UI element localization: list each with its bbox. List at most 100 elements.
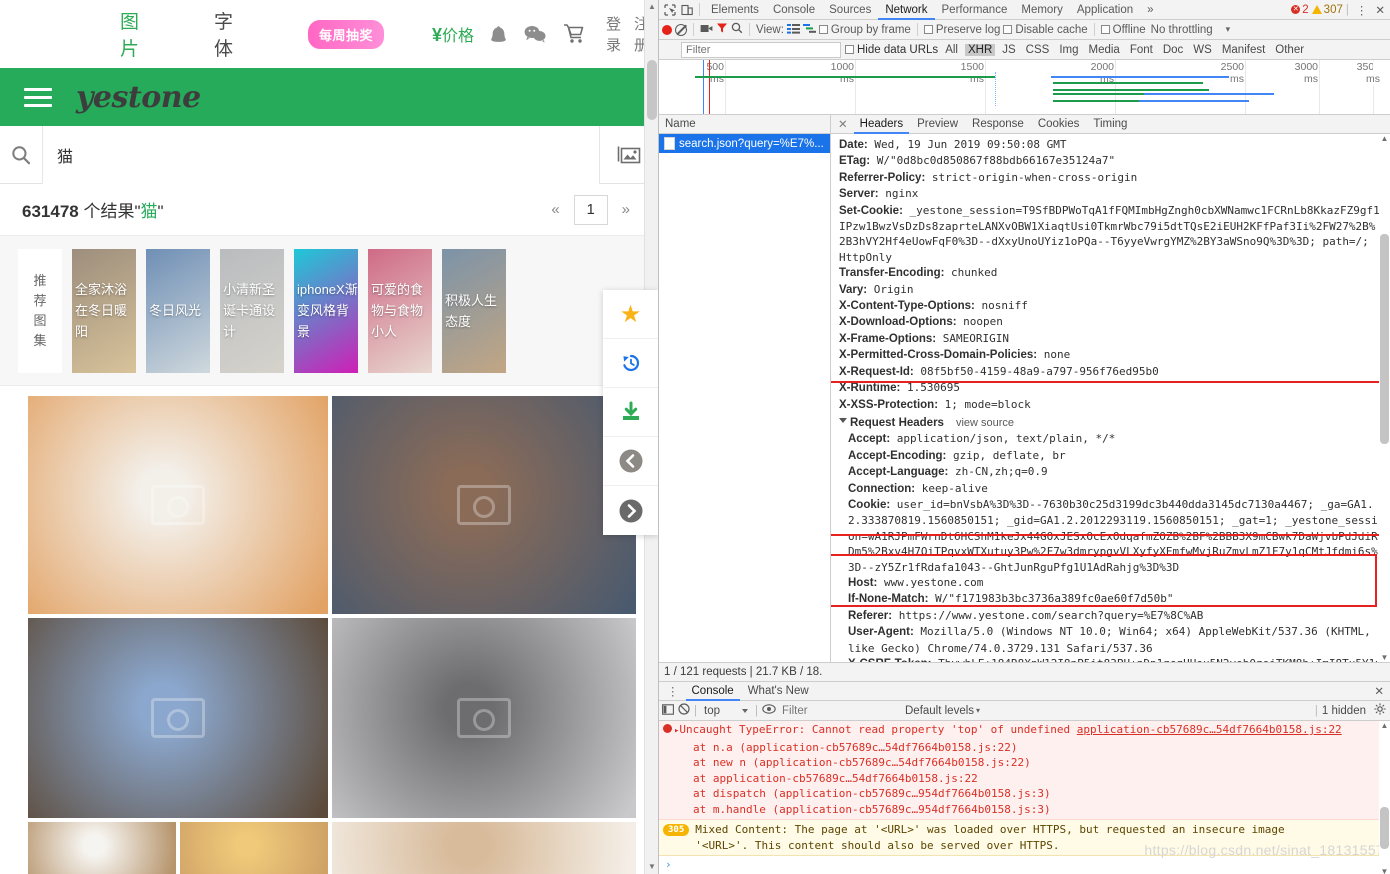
inspect-element-icon[interactable] [661, 1, 678, 18]
hide-data-urls-checkbox[interactable]: Hide data URLs [845, 44, 938, 56]
filter-type-other[interactable]: Other [1272, 44, 1307, 56]
nav-link-images[interactable]: 图片 [120, 7, 152, 61]
console-scrollbar[interactable]: ▲ ▼ [1379, 721, 1390, 874]
drawer-tab-console[interactable]: Console [686, 682, 740, 701]
pagination-current-page[interactable]: 1 [573, 194, 608, 225]
drawer-tab-whats-new[interactable]: What's New [742, 682, 815, 701]
collection-card[interactable]: 可爱的食物与食物小人 [368, 248, 432, 373]
warning-count-badge[interactable]: 307 [1311, 4, 1343, 16]
drawer-menu-button[interactable]: ⋮ [663, 684, 684, 698]
tab-performance[interactable]: Performance [935, 0, 1015, 20]
filter-type-font[interactable]: Font [1127, 44, 1156, 56]
record-stop-icon[interactable] [662, 24, 672, 35]
console-error-header[interactable]: ▸Uncaught TypeError: Cannot read propert… [663, 722, 1386, 740]
photo-result[interactable] [332, 822, 636, 874]
tab-overflow-button[interactable]: » [1140, 0, 1160, 20]
tab-network[interactable]: Network [878, 0, 934, 20]
cart-icon[interactable] [563, 24, 585, 44]
tab-sources[interactable]: Sources [822, 0, 878, 20]
group-by-frame-checkbox[interactable]: Group by frame [818, 24, 911, 36]
stack-frame[interactable]: at application-cb57689c…54df7664b0158.js… [693, 771, 1386, 787]
collection-card[interactable]: 冬日风光 [146, 248, 210, 373]
detail-tab-cookies[interactable]: Cookies [1032, 115, 1086, 134]
gear-icon[interactable] [1370, 703, 1390, 718]
scroll-up-button[interactable]: ▲ [1379, 134, 1390, 143]
network-filter-input[interactable] [681, 41, 841, 58]
list-view-icon[interactable] [786, 23, 800, 37]
search-input[interactable] [42, 125, 600, 184]
devtools-menu-button[interactable]: ⋮ [1352, 3, 1373, 17]
console-prompt[interactable]: › [659, 856, 1390, 873]
collection-card[interactable]: 小清新圣诞卡通设计 [220, 248, 284, 373]
scrollbar-thumb[interactable] [647, 60, 657, 120]
filter-type-js[interactable]: JS [999, 44, 1018, 56]
hamburger-icon[interactable] [24, 83, 52, 112]
scrollbar-thumb[interactable] [1380, 807, 1389, 849]
search-icon[interactable] [731, 22, 743, 37]
filter-type-xhr[interactable]: XHR [964, 43, 996, 56]
chevron-left-circle-icon[interactable] [603, 437, 658, 486]
scroll-down-button[interactable]: ▼ [1379, 867, 1390, 874]
detail-tab-preview[interactable]: Preview [911, 115, 964, 134]
tab-console[interactable]: Console [766, 0, 822, 20]
tab-application[interactable]: Application [1070, 0, 1140, 20]
error-count-badge[interactable]: ✕ 2 [1291, 4, 1309, 16]
search-icon[interactable] [0, 145, 42, 165]
table-row[interactable]: search.json?query=%E7%... [659, 134, 830, 153]
site-logo[interactable]: yestone [76, 80, 201, 115]
weekly-lottery-badge[interactable]: 每周抽奖 [307, 19, 384, 49]
capture-screenshots-icon[interactable] [700, 23, 713, 37]
detail-tab-response[interactable]: Response [966, 115, 1030, 134]
live-expression-icon[interactable] [762, 704, 776, 717]
price-link[interactable]: ¥价格 [432, 22, 474, 46]
console-error-source-link[interactable]: application-cb57689c…54df7664b0158.js:22 [1077, 723, 1342, 736]
preserve-log-checkbox[interactable]: Preserve log [923, 24, 1000, 36]
detail-tab-headers[interactable]: Headers [854, 115, 909, 134]
network-overview-timeline[interactable]: 500 ms 1000 ms 1500 ms 2000 ms 2500 ms 3… [659, 60, 1390, 115]
detail-scrollbar[interactable]: ▲ ▼ [1379, 134, 1390, 662]
device-toolbar-icon[interactable] [678, 1, 695, 18]
stack-frame[interactable]: at new n (application-cb57689c…54df7664b… [693, 755, 1386, 771]
scroll-up-button[interactable]: ▲ [645, 0, 658, 14]
throttling-caret-icon[interactable]: ▾ [1226, 24, 1231, 35]
console-error-message[interactable]: ▸Uncaught TypeError: Cannot read propert… [659, 721, 1390, 820]
bell-icon[interactable] [490, 25, 507, 44]
waterfall-view-icon[interactable] [802, 23, 816, 37]
filter-type-css[interactable]: CSS [1023, 44, 1053, 56]
chevron-down-icon[interactable] [839, 417, 847, 423]
photo-result[interactable] [180, 822, 328, 874]
filter-type-media[interactable]: Media [1086, 44, 1123, 56]
download-icon[interactable] [603, 388, 658, 437]
stack-frame[interactable]: at dispatch (application-cb57689c…954df7… [693, 786, 1386, 802]
collection-card[interactable]: 积极人生态度 [442, 248, 506, 373]
history-icon[interactable] [603, 339, 658, 388]
close-devtools-button[interactable]: ✕ [1375, 3, 1385, 17]
photo-result[interactable] [332, 618, 636, 818]
console-levels-select[interactable]: Default levels ▾ [902, 705, 983, 717]
offline-checkbox[interactable]: Offline [1100, 24, 1146, 36]
hidden-messages-label[interactable]: 1 hidden [1322, 705, 1366, 717]
disable-cache-checkbox[interactable]: Disable cache [1003, 24, 1088, 36]
filter-type-manifest[interactable]: Manifest [1219, 44, 1268, 56]
pagination-prev-button[interactable]: « [545, 201, 565, 218]
console-sidebar-icon[interactable] [662, 703, 674, 718]
collection-card[interactable]: 全家沐浴在冬日暖阳 [72, 248, 136, 373]
photo-result[interactable] [28, 396, 328, 614]
request-headers-group-title[interactable]: Request Headers view source [839, 415, 1382, 431]
wechat-icon[interactable] [524, 25, 546, 43]
scroll-down-button[interactable]: ▼ [645, 860, 658, 874]
stack-frame[interactable]: at m.handle (application-cb57689c…954df7… [693, 802, 1386, 818]
view-source-link[interactable]: view source [956, 417, 1014, 429]
photo-result[interactable] [332, 396, 636, 614]
tab-memory[interactable]: Memory [1014, 0, 1070, 20]
console-filter-input[interactable] [780, 703, 898, 718]
collection-card[interactable]: iphoneX渐变风格背景 [294, 248, 358, 373]
scroll-up-button[interactable]: ▲ [1379, 721, 1390, 730]
pagination-next-button[interactable]: » [616, 201, 636, 218]
scrollbar-thumb[interactable] [1380, 234, 1389, 444]
detail-tab-timing[interactable]: Timing [1087, 115, 1133, 134]
throttling-select[interactable]: No throttling [1151, 24, 1213, 36]
login-link[interactable]: 登录 [606, 13, 630, 55]
filter-funnel-icon[interactable] [716, 22, 728, 37]
chevron-right-circle-icon[interactable] [603, 486, 658, 535]
